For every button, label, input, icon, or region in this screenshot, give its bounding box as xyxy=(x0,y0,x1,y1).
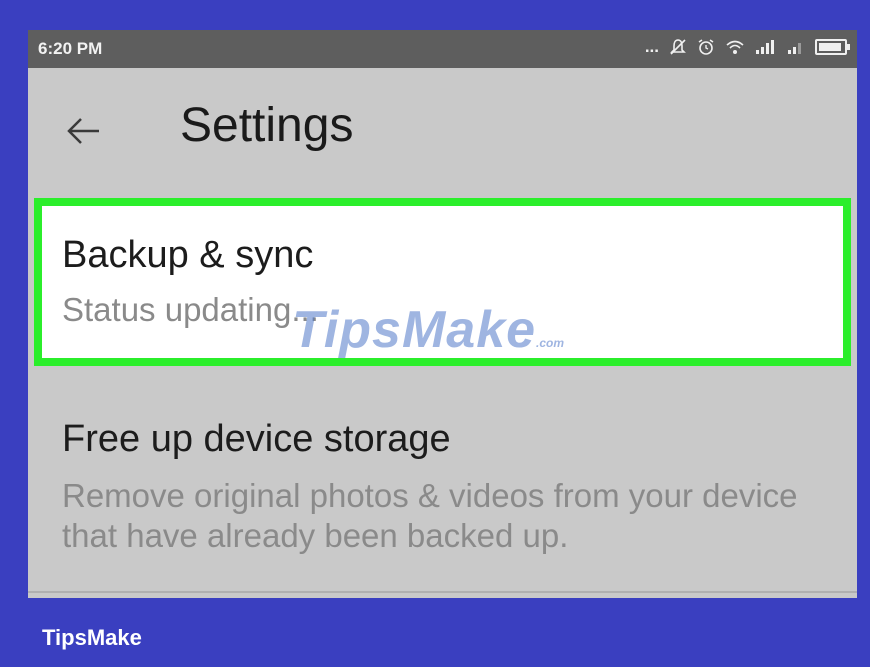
signal-icon xyxy=(756,40,774,54)
divider xyxy=(28,591,857,593)
status-icons: ... xyxy=(644,37,850,57)
brand-label: TipsMake xyxy=(42,625,142,650)
item-title: Free up device storage xyxy=(62,418,451,460)
signal-icon xyxy=(788,43,801,54)
backup-sync-item[interactable]: Backup & sync Status updating... xyxy=(28,198,857,366)
mute-bell-icon xyxy=(670,39,686,55)
highlight-frame xyxy=(34,198,851,366)
back-button[interactable] xyxy=(58,106,108,156)
app-bar: Settings xyxy=(28,68,857,183)
more-dots-icon: ... xyxy=(644,37,659,56)
wifi-icon xyxy=(726,40,744,54)
status-bar: 6:20 PM ... xyxy=(28,30,857,68)
alarm-icon xyxy=(698,39,714,55)
item-subtitle: Status updating... xyxy=(62,291,319,328)
free-up-storage-item[interactable]: Free up device storage Remove original p… xyxy=(28,366,857,591)
arrow-left-icon xyxy=(67,118,99,144)
item-subtitle: Remove original photos & videos from you… xyxy=(62,477,798,554)
page-title: Settings xyxy=(180,99,354,152)
battery-icon xyxy=(815,39,850,55)
phone-screen: 6:20 PM ... Settings Backup & sync Statu… xyxy=(28,30,857,598)
item-title: Backup & sync xyxy=(62,234,314,276)
status-time: 6:20 PM xyxy=(38,39,103,58)
